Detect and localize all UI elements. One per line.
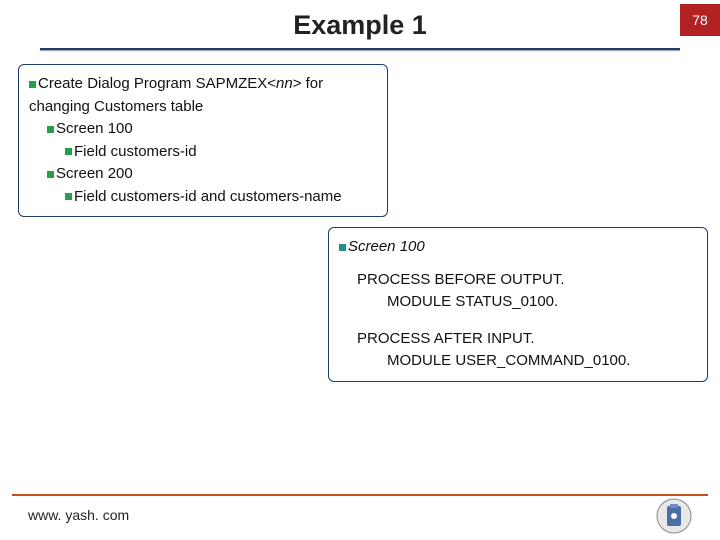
- code-line: MODULE USER_COMMAND_0100.: [339, 350, 697, 373]
- instruction-line: changing Customers table: [29, 96, 377, 119]
- page-title: Example 1: [293, 10, 427, 41]
- bullet-icon: [65, 193, 72, 200]
- bullet-icon: [29, 81, 36, 88]
- instruction-box: Create Dialog Program SAPMZEX<nn> for ch…: [18, 64, 388, 217]
- instruction-line: Screen 200: [29, 163, 377, 186]
- bullet-icon: [65, 148, 72, 155]
- title-bar: Example 1: [0, 0, 720, 50]
- code-box: Screen 100 PROCESS BEFORE OUTPUT. MODULE…: [328, 227, 708, 382]
- footer-divider: [12, 494, 708, 496]
- footer: www. yash. com: [0, 494, 720, 540]
- bullet-icon: [47, 171, 54, 178]
- content-area: Create Dialog Program SAPMZEX<nn> for ch…: [0, 50, 720, 382]
- instruction-line: Field customers-id: [29, 141, 377, 164]
- page-number-badge: 78: [680, 4, 720, 36]
- bullet-icon: [339, 244, 346, 251]
- company-logo-icon: [656, 498, 692, 534]
- code-heading: Screen 100: [339, 236, 697, 259]
- instruction-line: Create Dialog Program SAPMZEX<nn> for: [29, 73, 377, 96]
- bullet-icon: [47, 126, 54, 133]
- code-line: PROCESS AFTER INPUT.: [339, 328, 697, 351]
- footer-url: www. yash. com: [28, 507, 129, 523]
- code-line: PROCESS BEFORE OUTPUT.: [339, 269, 697, 292]
- instruction-line: Field customers-id and customers-name: [29, 186, 377, 209]
- code-line: MODULE STATUS_0100.: [339, 291, 697, 314]
- instruction-line: Screen 100: [29, 118, 377, 141]
